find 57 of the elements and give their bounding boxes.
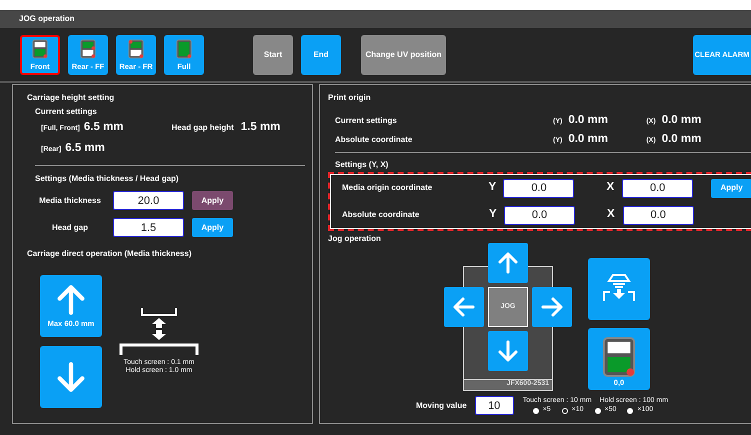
axis-label: Y <box>488 181 498 196</box>
input-field[interactable]: 0.0 <box>622 178 694 198</box>
setting-value: 1.5 mm <box>240 121 280 135</box>
radio-button[interactable] <box>532 408 539 414</box>
apply-button[interactable]: Apply <box>711 178 751 198</box>
subsection-title: Settings (Media thickness / Head gap) <box>35 174 180 184</box>
device-icon <box>602 336 636 378</box>
left-arrow-icon <box>452 295 476 320</box>
setting-value: 6.5 mm <box>65 142 105 156</box>
device-icon <box>128 38 144 58</box>
coordinate-label: Absolute coordinate <box>342 210 420 220</box>
axis-label: X <box>606 181 614 196</box>
axis-label: Y <box>489 208 498 222</box>
section-title: Jog operation <box>328 234 382 244</box>
jog-left-button[interactable] <box>444 287 484 328</box>
lower-button[interactable] <box>40 346 102 408</box>
coordinate-label: Media origin coordinate <box>342 183 434 194</box>
subsection-title: Settings (Y, X) <box>335 160 390 170</box>
device-icon <box>176 38 192 58</box>
move-to-origin-button[interactable] <box>588 258 650 320</box>
right-arrow-icon <box>540 295 564 320</box>
up-arrow-icon <box>496 251 520 276</box>
axis-label: X <box>607 208 615 222</box>
field-label: Moving value <box>416 401 467 411</box>
input-field[interactable]: 1.5 <box>113 218 184 238</box>
reading-value: 0.0 mm <box>662 133 702 148</box>
window-title: JOG operation <box>19 14 75 24</box>
section-title: Carriage height setting <box>27 93 116 103</box>
jog-right-button[interactable] <box>532 287 572 328</box>
reading-value: 0.0 mm <box>568 133 609 148</box>
input-field[interactable]: 0.0 <box>504 206 575 225</box>
jog-down-button[interactable] <box>488 331 528 372</box>
input-field[interactable]: 20.0 <box>113 191 184 210</box>
reading-value: 0.0 mm <box>568 114 609 128</box>
field-label: Media thickness <box>38 196 102 206</box>
reading-label: Current settings <box>335 116 398 126</box>
section-title: Print origin <box>328 93 372 103</box>
field-label: Head gap <box>50 223 89 233</box>
radio-button[interactable] <box>562 408 568 414</box>
apply-button[interactable]: Apply <box>192 218 233 238</box>
reading-label: Absolute coordinate <box>335 135 414 145</box>
apply-button[interactable]: Apply <box>192 191 233 210</box>
subsection-title: Current settings <box>35 106 98 116</box>
device-icon <box>80 38 96 58</box>
input-field[interactable]: 10 <box>474 396 514 416</box>
action-button[interactable]: End <box>301 34 341 74</box>
setting-label: Head gap height <box>172 123 234 133</box>
reading-value: 0.0 mm <box>662 114 702 128</box>
radio-button[interactable] <box>594 408 601 414</box>
input-field[interactable]: 0.0 <box>503 178 574 198</box>
down-arrow-icon <box>496 339 520 364</box>
device-icon <box>32 38 48 58</box>
input-field[interactable]: 0.0 <box>622 206 694 225</box>
radio-button[interactable] <box>627 408 634 414</box>
setting-value: 6.5 mm <box>84 121 124 135</box>
jog-up-button[interactable] <box>488 243 528 284</box>
section-title: Carriage direct operation (Media thickness) <box>27 249 192 259</box>
